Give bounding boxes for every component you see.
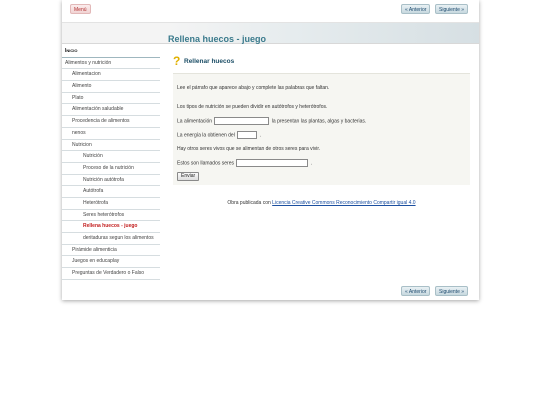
license-notice: Obra publicada con Licencia Creative Com…	[173, 200, 470, 206]
activity-title: Rellenar huecos	[184, 58, 235, 65]
license-prefix: Obra publicada con	[227, 200, 271, 206]
sidebar-item[interactable]: Inicio	[62, 46, 160, 58]
sidebar-item[interactable]: Pirámide alimenticia	[62, 245, 160, 257]
sidebar-item[interactable]: Proceso de la nutrición	[62, 163, 160, 175]
paragraph-sentence: Los tipos de nutrición se pueden dividir…	[177, 104, 328, 110]
sidebar-item[interactable]: Alimento	[62, 81, 160, 93]
sidebar-item[interactable]: Juegos en educaplay	[62, 256, 160, 269]
top-bar: Menú « Anterior Siguiente »	[62, 0, 479, 20]
sentence-text: la presentan las plantas, algas y bacter…	[271, 118, 367, 125]
sidebar-item[interactable]: Alimentacion	[62, 69, 160, 82]
paragraph-sentence: La energía la obtienen del .	[177, 131, 261, 139]
submit-button[interactable]: Enviar	[177, 172, 200, 181]
instructions-text: Lee el párrafo que aparece abajo y compl…	[177, 85, 330, 91]
page-title: Rellena huecos - juego	[168, 34, 267, 44]
sentence-text: Estos son llamados seres	[177, 160, 234, 167]
previous-page-button[interactable]: « Anterior	[401, 4, 431, 14]
page-header: Rellena huecos - juego	[62, 22, 479, 44]
sidebar-item[interactable]: Heterótrofa	[62, 198, 160, 210]
paragraph-sentence: Estos son llamados seres .	[177, 159, 312, 167]
sidebar-item[interactable]: Alimentación saludable	[62, 104, 160, 117]
gap-input-autotrofa[interactable]	[214, 117, 270, 125]
paragraph-sentence: La alimentación la presentan las plantas…	[177, 117, 366, 125]
gap-input-heterotrofos[interactable]	[236, 159, 309, 167]
sidebar-item[interactable]: Nutrición	[62, 151, 160, 163]
cloze-activity: Lee el párrafo que aparece abajo y compl…	[173, 73, 470, 185]
sidebar-item[interactable]: Procedencia de alimentos	[62, 116, 160, 128]
sidebar-nav: Inicio Alimentos y nutrición Alimentacion A…	[62, 46, 160, 280]
sidebar-item[interactable]: Nutricion	[62, 140, 160, 152]
sidebar-item[interactable]: Autótrofa	[62, 186, 160, 198]
next-page-button[interactable]: Siguiente »	[435, 4, 469, 14]
sentence-text: La alimentación	[177, 118, 213, 125]
sidebar-item[interactable]: Alimentos y nutrición	[62, 58, 160, 70]
sidebar-item[interactable]: Rellena huecos - juego	[62, 221, 160, 233]
gap-input-energy[interactable]	[237, 131, 258, 139]
sidebar-item[interactable]: Nutrición autótrofa	[62, 175, 160, 187]
sentence-text: .	[259, 132, 261, 139]
activity-header: ? Rellenar huecos	[173, 54, 470, 70]
previous-page-button-bottom[interactable]: « Anterior	[401, 286, 431, 296]
paragraph-sentence: Hay otros seres vivos que se alimentan d…	[177, 146, 321, 152]
sidebar-item[interactable]: Seres heterótrofos	[62, 210, 160, 222]
sidebar-item[interactable]: Plato	[62, 93, 160, 105]
next-page-button-bottom[interactable]: Siguiente »	[435, 286, 469, 296]
question-mark-icon: ?	[173, 54, 181, 68]
sidebar-item[interactable]: Preguntas de Verdadero o Falso	[62, 268, 160, 280]
sidebar-item[interactable]: nenos	[62, 128, 160, 140]
sidebar-item[interactable]: deritaduras segun los alimentos	[62, 233, 160, 245]
sentence-text: .	[310, 160, 313, 167]
main-content: ? Rellenar huecos Lee el párrafo que apa…	[173, 54, 470, 185]
sentence-text: La energía la obtienen del	[177, 132, 235, 139]
menu-button[interactable]: Menú	[70, 4, 91, 14]
license-link[interactable]: Licencia Creative Commons Reconocimiento…	[272, 200, 415, 206]
page-container: Menú « Anterior Siguiente » Rellena huec…	[62, 0, 479, 300]
